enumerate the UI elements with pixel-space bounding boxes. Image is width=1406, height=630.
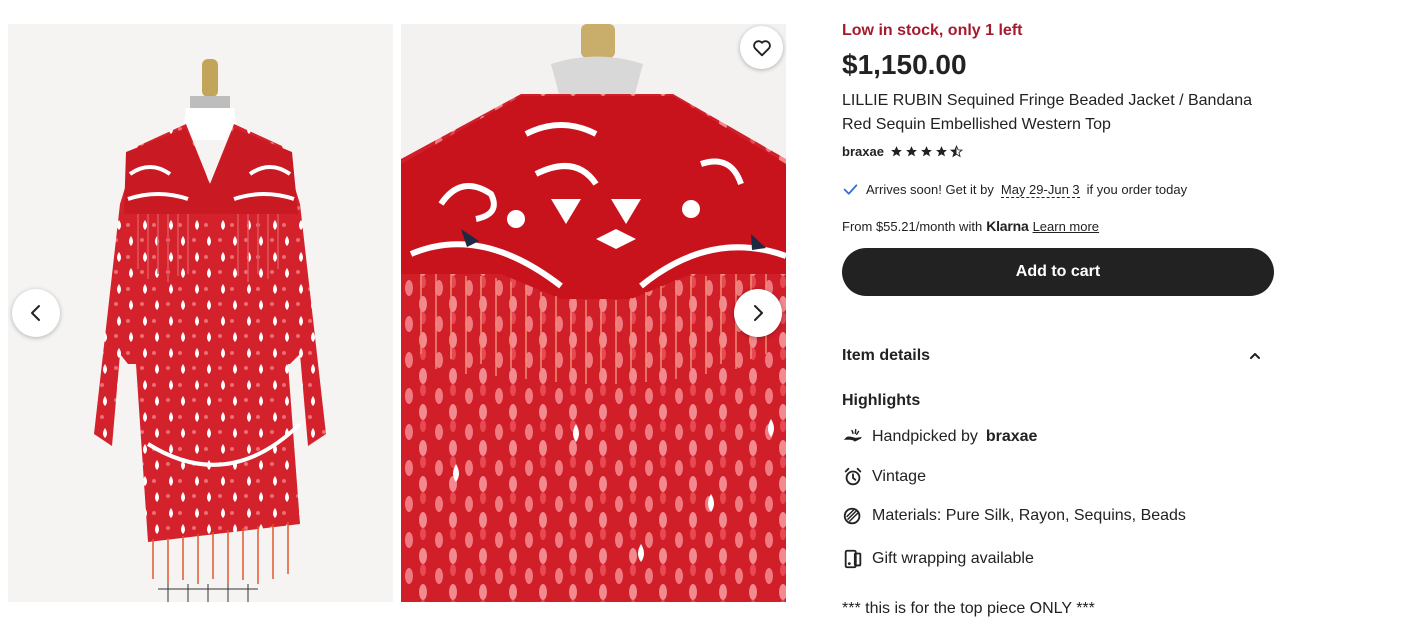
- next-image-button[interactable]: [734, 289, 782, 337]
- item-details-label: Item details: [842, 347, 931, 364]
- item-details-toggle[interactable]: Item details: [842, 338, 1274, 374]
- star-icon: [906, 146, 917, 157]
- klarna-learn-more-link[interactable]: Learn more: [1033, 219, 1099, 234]
- chevron-up-icon: [1250, 353, 1260, 359]
- delivery-dates-link[interactable]: May 29-Jun 3: [1000, 182, 1080, 198]
- highlight-vintage: Vintage: [842, 466, 926, 488]
- previous-image-button[interactable]: [12, 289, 60, 337]
- highlight-materials: Materials: Pure Silk, Rayon, Sequins, Be…: [842, 505, 1186, 527]
- star-icon: [936, 146, 947, 157]
- star-rating[interactable]: [890, 145, 963, 158]
- check-icon: [843, 184, 858, 195]
- gift-label: Gift wrapping available: [872, 550, 1034, 567]
- highlight-gift-wrapping: Gift wrapping available: [842, 548, 1034, 570]
- image-gallery: [8, 24, 786, 602]
- delivery-prefix: Arrives soon! Get it by: [866, 182, 994, 197]
- favorite-button[interactable]: [740, 26, 783, 69]
- star-icon: [891, 146, 902, 157]
- add-to-cart-button[interactable]: Add to cart: [842, 248, 1274, 296]
- klarna-prefix: From $55.21/month with: [842, 218, 983, 234]
- vintage-label: Vintage: [872, 468, 926, 485]
- handpicked-shop[interactable]: braxae: [986, 428, 1038, 446]
- shop-rating-row: braxae: [842, 144, 963, 159]
- clock-icon: [844, 467, 862, 486]
- stock-status: Low in stock, only 1 left: [842, 22, 1023, 39]
- highlight-handpicked: Handpicked by braxae: [842, 426, 1037, 448]
- delivery-estimate: Arrives soon! Get it by May 29-Jun 3 if …: [842, 181, 1187, 198]
- price: $1,150.00: [842, 49, 967, 80]
- klarna-logo: Klarna: [986, 218, 1029, 234]
- chevron-right-icon: [754, 305, 763, 321]
- product-photo-front[interactable]: [8, 24, 393, 602]
- chevron-left-icon: [31, 305, 40, 321]
- delivery-suffix: if you order today: [1086, 182, 1188, 197]
- gift-icon: [844, 549, 862, 569]
- star-half-icon: [949, 145, 963, 158]
- product-photo-back[interactable]: [401, 24, 786, 602]
- star-icon: [921, 146, 932, 157]
- shop-name-link[interactable]: braxae: [842, 144, 884, 159]
- listing-title: LILLIE RUBIN Sequined Fringe Beaded Jack…: [842, 92, 1253, 133]
- handpicked-prefix: Handpicked by: [872, 428, 978, 445]
- highlights-heading: Highlights: [842, 392, 921, 409]
- description-note: *** this is for the top piece ONLY ***: [842, 600, 1095, 617]
- materials-icon: [843, 507, 861, 525]
- materials-label: Materials: Pure Silk, Rayon, Sequins, Be…: [872, 507, 1186, 524]
- klarna-row: From $55.21/month with Klarna Learn more: [842, 218, 1099, 234]
- heart-icon: [752, 39, 771, 56]
- hand-icon: [843, 428, 862, 442]
